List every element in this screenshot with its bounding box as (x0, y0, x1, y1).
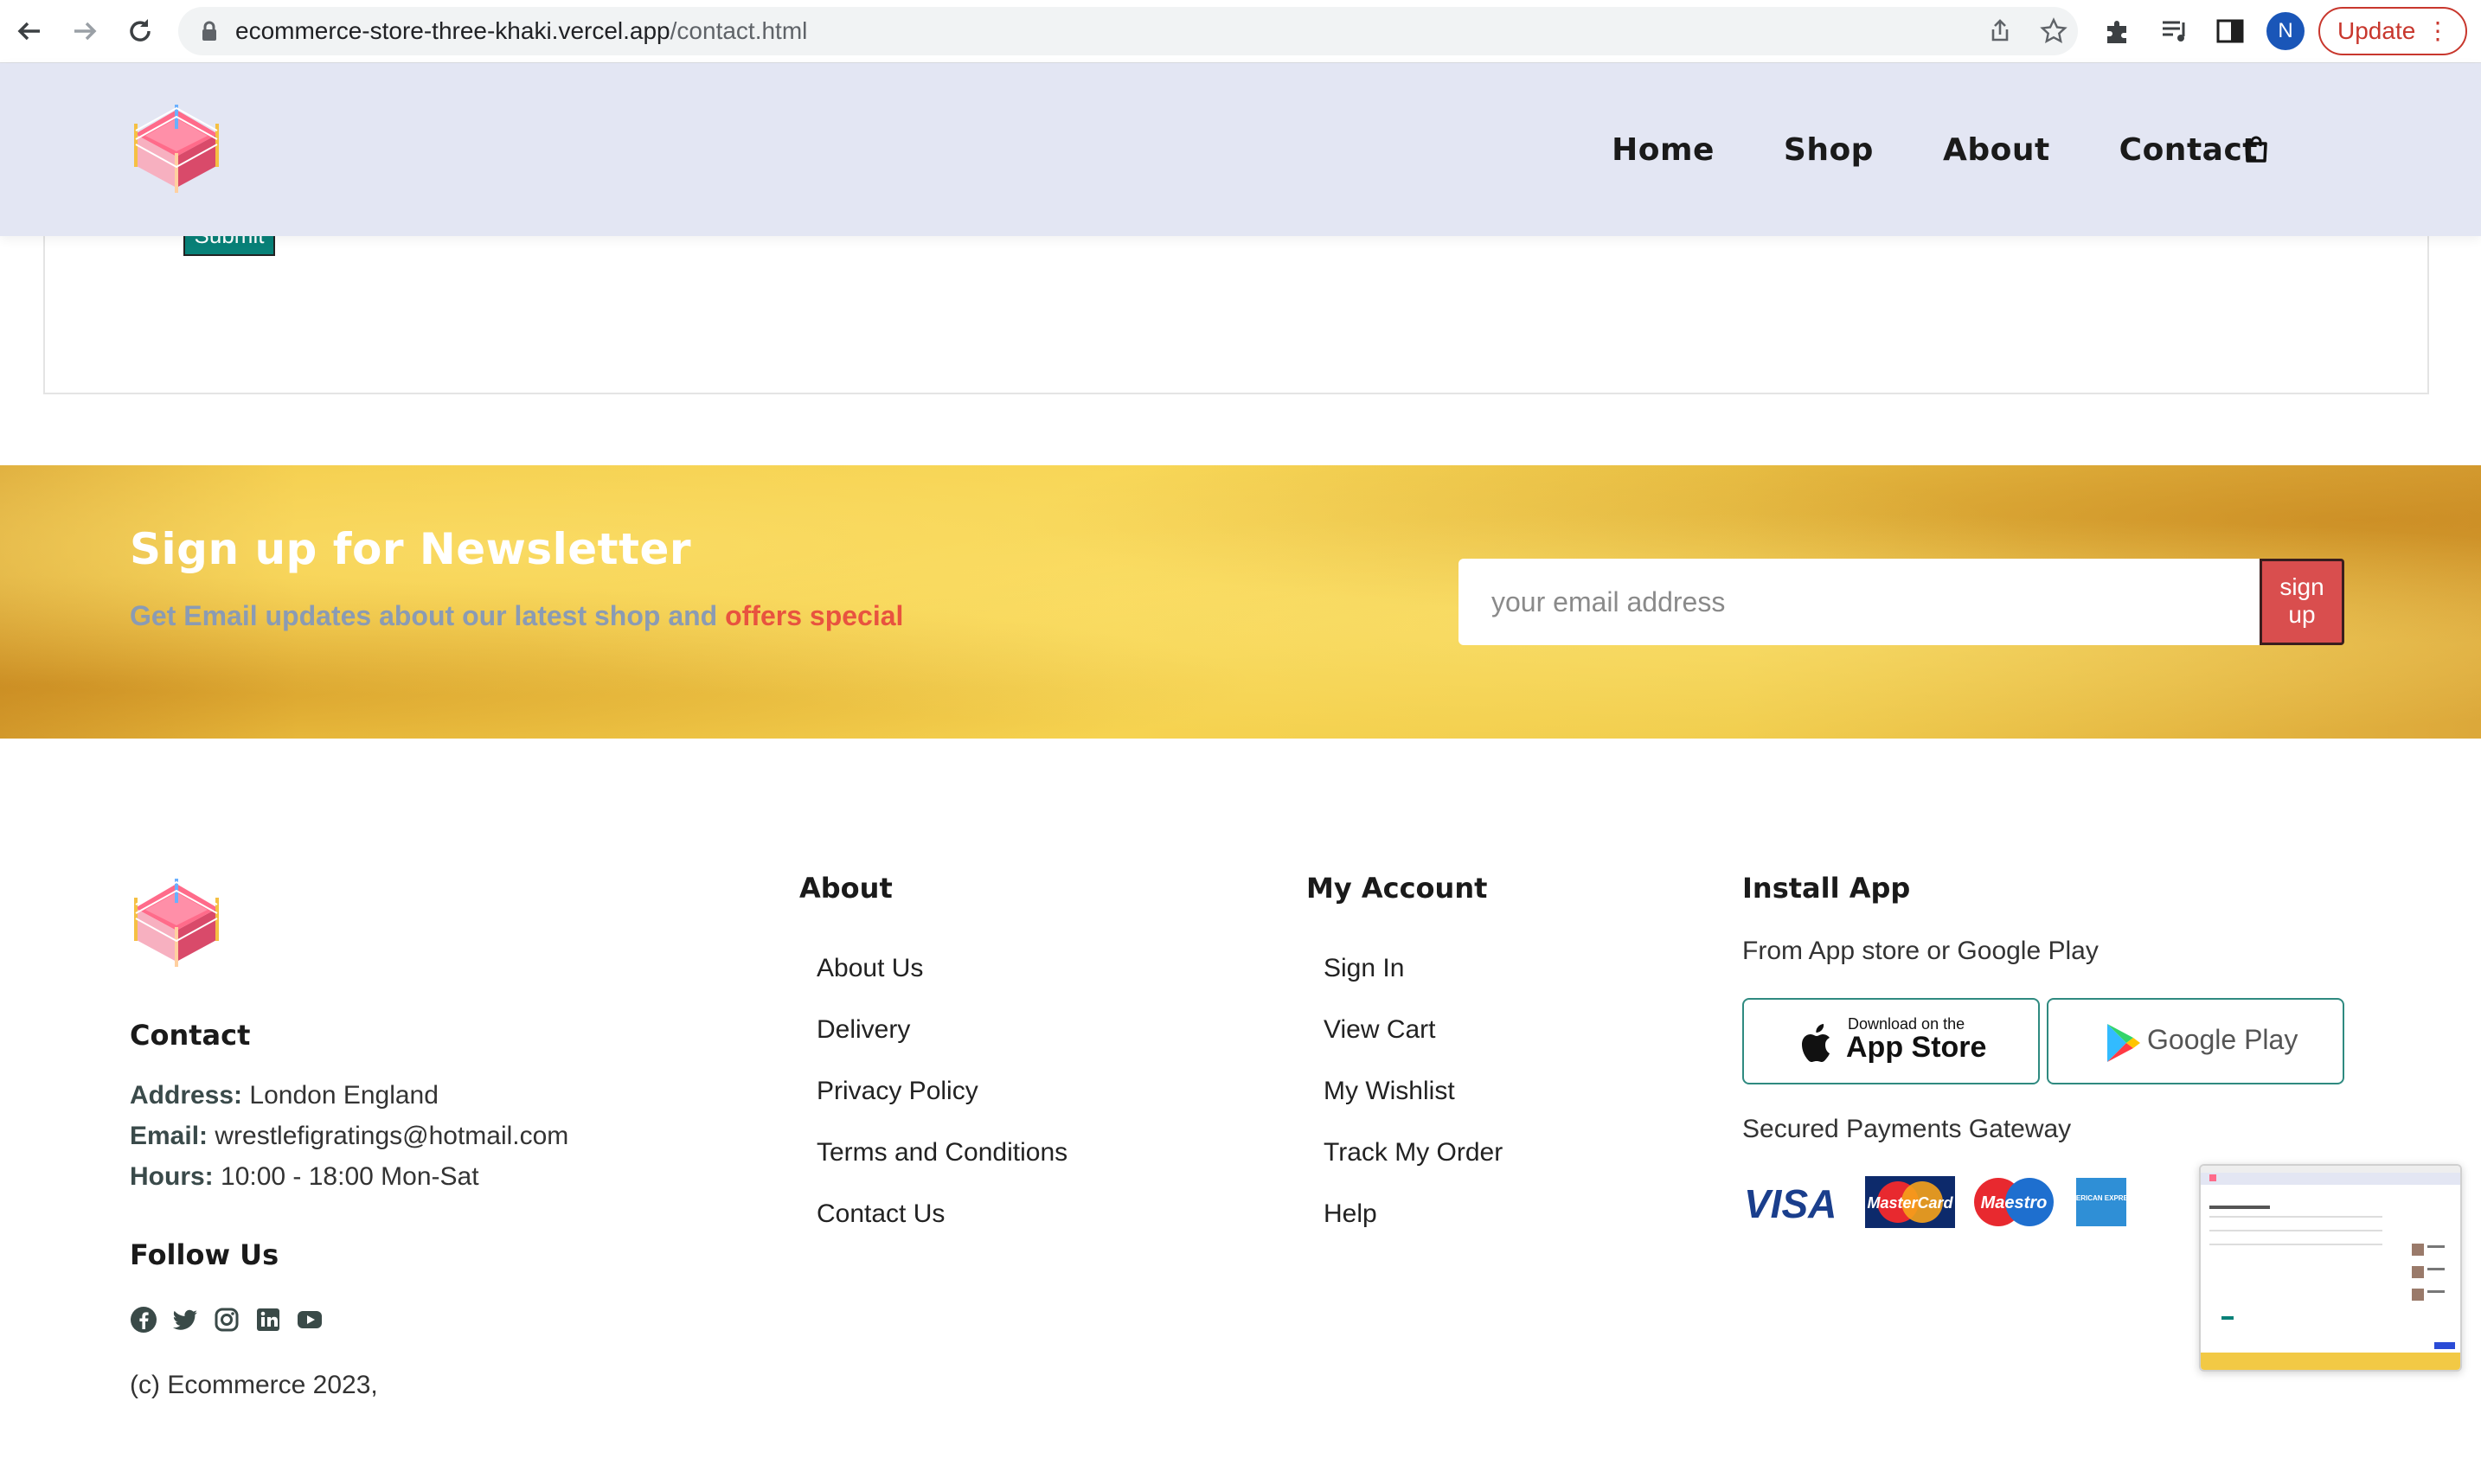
screenshot-preview-thumbnail[interactable] (2199, 1164, 2462, 1372)
footer-account-heading: My Account (1306, 872, 1488, 905)
google-play-button[interactable]: Google Play (2047, 998, 2344, 1084)
payments-label: Secured Payments Gateway (1742, 1115, 2072, 1143)
social-icons (130, 1306, 337, 1334)
footer-link-help[interactable]: Help (1324, 1199, 1377, 1229)
footer-link-privacy-policy[interactable]: Privacy Policy (817, 1077, 978, 1106)
media-queue-icon[interactable] (2157, 14, 2192, 48)
update-button[interactable]: Update ⋮ (2318, 7, 2467, 55)
address-label: Address: (130, 1081, 243, 1110)
instagram-icon[interactable] (213, 1306, 240, 1334)
mastercard-logo: MasterCard (1865, 1176, 1955, 1228)
side-panel-icon[interactable] (2213, 14, 2247, 48)
visa-logo: VISA (1744, 1181, 1837, 1226)
footer-address: Address: London England (130, 1081, 439, 1110)
apple-icon (1802, 1024, 1830, 1062)
footer-link-about-us[interactable]: About Us (817, 954, 923, 983)
follow-us-heading: Follow Us (130, 1238, 279, 1271)
forward-icon[interactable] (66, 12, 104, 50)
footer-link-sign-in[interactable]: Sign In (1324, 954, 1404, 983)
back-icon[interactable] (10, 12, 48, 50)
address-value: London England (249, 1081, 439, 1110)
newsletter-subtitle-main: Get Email updates about our latest shop … (130, 600, 726, 631)
signup-label-line2: up (2288, 601, 2316, 628)
lock-icon[interactable] (197, 19, 221, 43)
nav-contact[interactable]: Contact (2119, 132, 2258, 168)
google-play-text: Google Play (2147, 1024, 2298, 1055)
maestro-logo: Maestro (1974, 1178, 2054, 1226)
newsletter-email-input[interactable] (1458, 559, 2261, 645)
hours-label: Hours: (130, 1162, 214, 1191)
newsletter-signup-button[interactable]: sign up (2260, 559, 2344, 645)
url-text[interactable]: ecommerce-store-three-khaki.vercel.app/c… (235, 7, 807, 55)
preview-image (2201, 1166, 2460, 1370)
share-icon[interactable] (1984, 16, 2016, 47)
amex-logo-text: AMERICAN EXPRESS (2074, 1194, 2128, 1202)
browser-toolbar: ecommerce-store-three-khaki.vercel.app/c… (0, 0, 2481, 63)
twitter-icon[interactable] (171, 1306, 199, 1334)
more-vert-icon: ⋮ (2426, 17, 2450, 44)
logo-icon[interactable] (128, 105, 225, 195)
footer-install-heading: Install App (1742, 872, 1911, 905)
newsletter-subtitle-accent: offers special (725, 600, 904, 631)
amex-logo: AMERICAN EXPRESS (2074, 1178, 2128, 1226)
footer-logo-icon[interactable] (128, 879, 225, 969)
update-label: Update (2337, 17, 2416, 44)
email-value: wrestlefigratings@hotmail.com (215, 1122, 569, 1150)
footer-about-heading: About (799, 872, 893, 905)
bookmark-star-icon[interactable] (2038, 16, 2069, 47)
youtube-icon[interactable] (296, 1306, 324, 1334)
url-path: /contact.html (670, 17, 808, 44)
footer-link-contact-us[interactable]: Contact Us (817, 1199, 945, 1229)
nav-shop[interactable]: Shop (1784, 132, 1874, 168)
extensions-puzzle-icon[interactable] (2100, 14, 2135, 48)
footer-link-terms[interactable]: Terms and Conditions (817, 1138, 1067, 1167)
newsletter-section: Sign up for Newsletter Get Email updates… (0, 465, 2481, 739)
address-bar[interactable]: ecommerce-store-three-khaki.vercel.app/c… (178, 7, 2078, 55)
email-label: Email: (130, 1122, 208, 1150)
nav-home[interactable]: Home (1612, 132, 1715, 168)
footer-link-wishlist[interactable]: My Wishlist (1324, 1077, 1455, 1106)
newsletter-subtitle: Get Email updates about our latest shop … (130, 600, 903, 632)
footer-link-view-cart[interactable]: View Cart (1324, 1015, 1436, 1045)
footer-link-track-order[interactable]: Track My Order (1324, 1138, 1503, 1167)
app-store-big-text: App Store (1846, 1031, 1987, 1064)
newsletter-title: Sign up for Newsletter (130, 524, 692, 574)
mastercard-logo-text: MasterCard (1867, 1194, 1953, 1212)
hours-value: 10:00 - 18:00 Mon-Sat (221, 1162, 479, 1191)
linkedin-icon[interactable] (254, 1306, 282, 1334)
site-header: Home Shop About Contact (0, 63, 2481, 236)
visa-logo-text: VISA (1744, 1181, 1837, 1226)
url-host: ecommerce-store-three-khaki.vercel.app (235, 17, 670, 44)
profile-avatar[interactable]: N (2266, 12, 2305, 50)
footer-contact-heading: Contact (130, 1019, 251, 1052)
signup-label-line1: sign (2279, 573, 2324, 600)
footer-hours: Hours: 10:00 - 18:00 Mon-Sat (130, 1162, 479, 1192)
maestro-logo-text: Maestro (1981, 1193, 2048, 1212)
nav-about[interactable]: About (1943, 132, 2050, 168)
app-store-button[interactable]: Download on the App Store (1742, 998, 2040, 1084)
footer-email: Email: wrestlefigratings@hotmail.com (130, 1122, 568, 1151)
main-nav: Home Shop About Contact (1542, 63, 2258, 236)
shopping-bag-icon[interactable] (2239, 132, 2273, 167)
facebook-icon[interactable] (130, 1306, 157, 1334)
google-play-icon (2107, 1024, 2140, 1062)
install-subtitle: From App store or Google Play (1742, 937, 2099, 965)
footer-link-delivery[interactable]: Delivery (817, 1015, 910, 1045)
reload-icon[interactable] (121, 12, 159, 50)
copyright: (c) Ecommerce 2023, (130, 1371, 378, 1399)
